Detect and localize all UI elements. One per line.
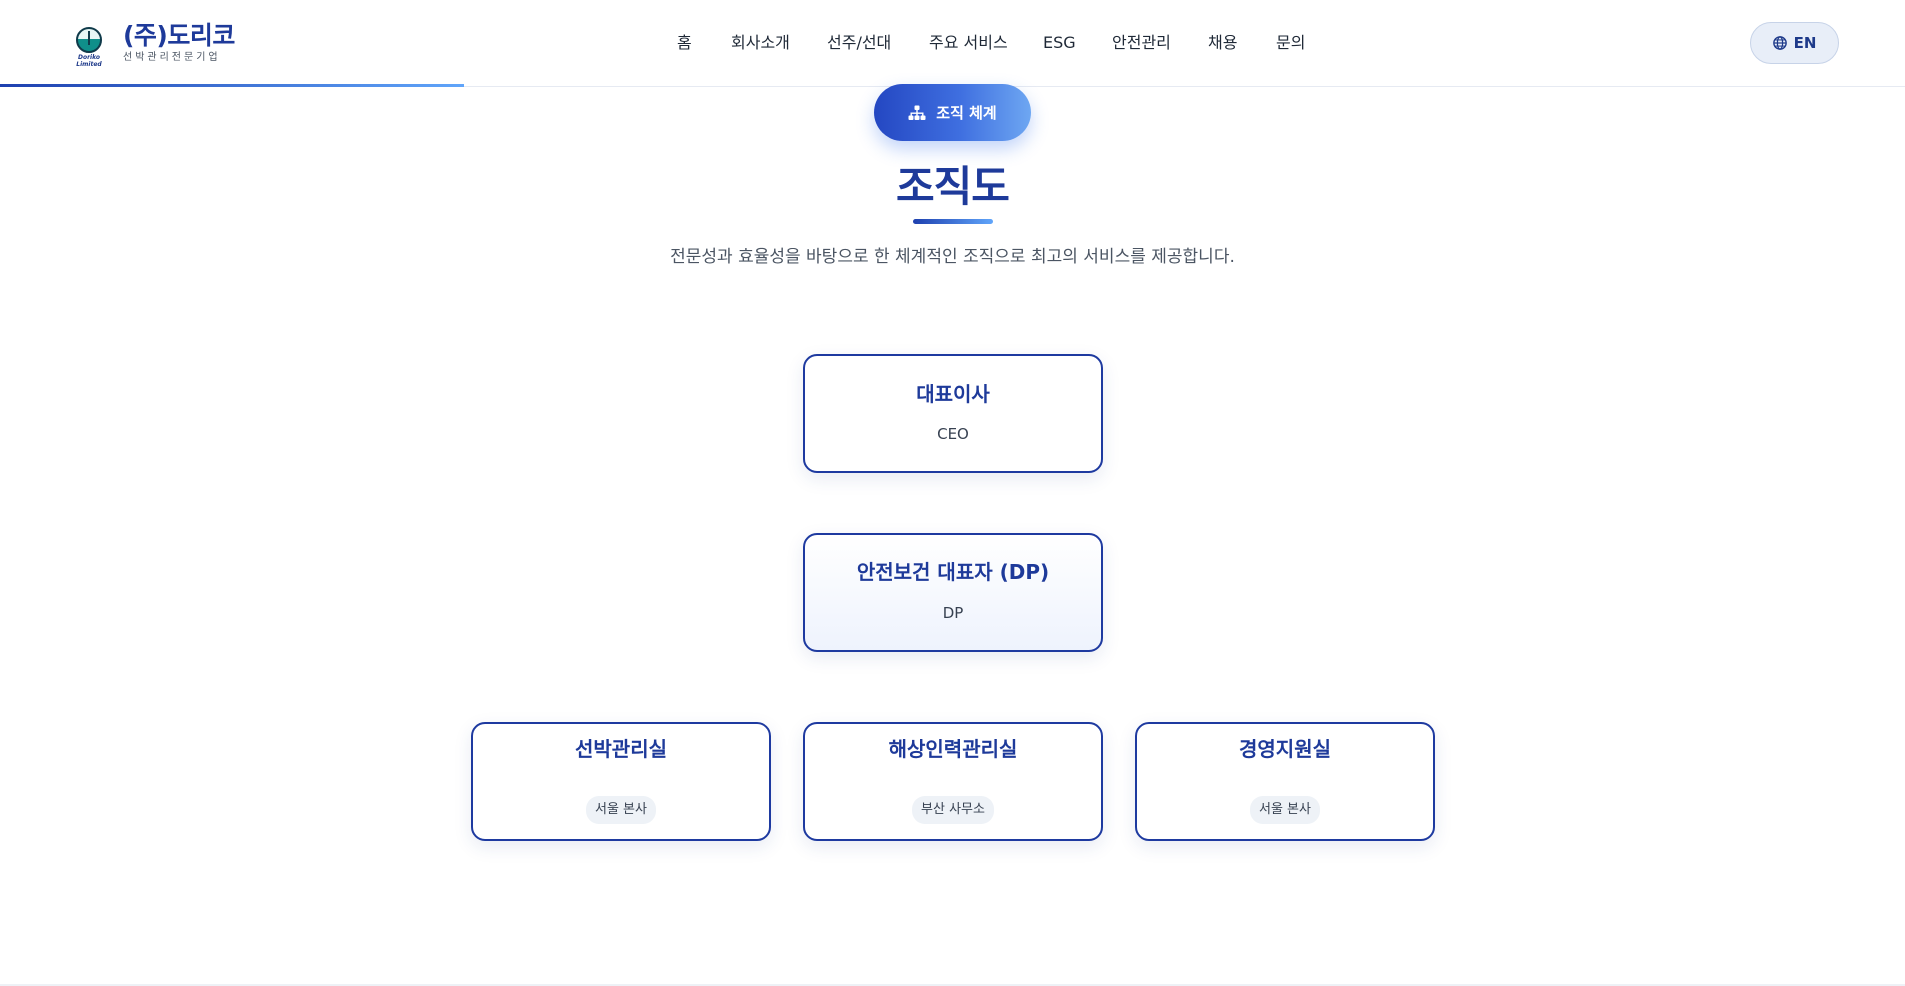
nav-item-esg[interactable]: ESG (1043, 32, 1076, 54)
org-card-department: 해상인력관리실 부산 사무소 (803, 722, 1103, 841)
org-card-dp: 안전보건 대표자 (DP) DP (803, 533, 1103, 652)
org-card-title: 대표이사 (916, 382, 990, 406)
nav-item-about[interactable]: 회사소개 (731, 32, 790, 54)
section-badge: 조직 체계 (874, 84, 1031, 141)
site-header: Doriko Limited (주)도리코 선박관리전문기업 홈 회사소개 선주… (0, 0, 1905, 87)
org-card-title: 해상인력관리실 (888, 737, 1018, 761)
org-card-title: 안전보건 대표자 (DP) (856, 560, 1050, 584)
sitemap-icon (908, 105, 926, 120)
nav-item-contact[interactable]: 문의 (1276, 32, 1305, 54)
location-badge: 부산 사무소 (912, 796, 994, 824)
nav-item-careers[interactable]: 채용 (1208, 32, 1237, 54)
nav-item-home[interactable]: 홈 (677, 32, 692, 54)
org-card-subtitle: CEO (937, 425, 969, 443)
section-badge-label: 조직 체계 (936, 104, 997, 122)
page-title: 조직도 (896, 162, 1010, 211)
org-card-ceo: 대표이사 CEO (803, 354, 1103, 473)
org-card-title: 경영지원실 (1239, 737, 1331, 761)
language-toggle-button[interactable]: EN (1750, 22, 1839, 64)
globe-icon (1772, 36, 1787, 50)
org-card-department: 선박관리실 서울 본사 (471, 722, 771, 841)
scroll-progress-bar (0, 84, 464, 87)
nav-item-owners-fleet[interactable]: 선주/선대 (827, 32, 891, 54)
page-subtitle: 전문성과 효율성을 바탕으로 한 체계적인 조직으로 최고의 서비스를 제공합니… (670, 247, 1235, 267)
title-underline (913, 219, 993, 224)
main-nav: 홈 회사소개 선주/선대 주요 서비스 ESG 안전관리 채용 문의 (0, 32, 1905, 54)
org-card-subtitle: DP (942, 604, 964, 622)
language-label: EN (1793, 34, 1817, 52)
org-card-department: 경영지원실 서울 본사 (1135, 722, 1435, 841)
nav-item-services[interactable]: 주요 서비스 (929, 32, 1008, 54)
org-card-title: 선박관리실 (575, 737, 667, 761)
location-badge: 서울 본사 (586, 796, 656, 824)
nav-item-safety[interactable]: 안전관리 (1112, 32, 1171, 54)
location-badge: 서울 본사 (1250, 796, 1320, 824)
logo-mark-text: Doriko Limited (76, 54, 102, 68)
